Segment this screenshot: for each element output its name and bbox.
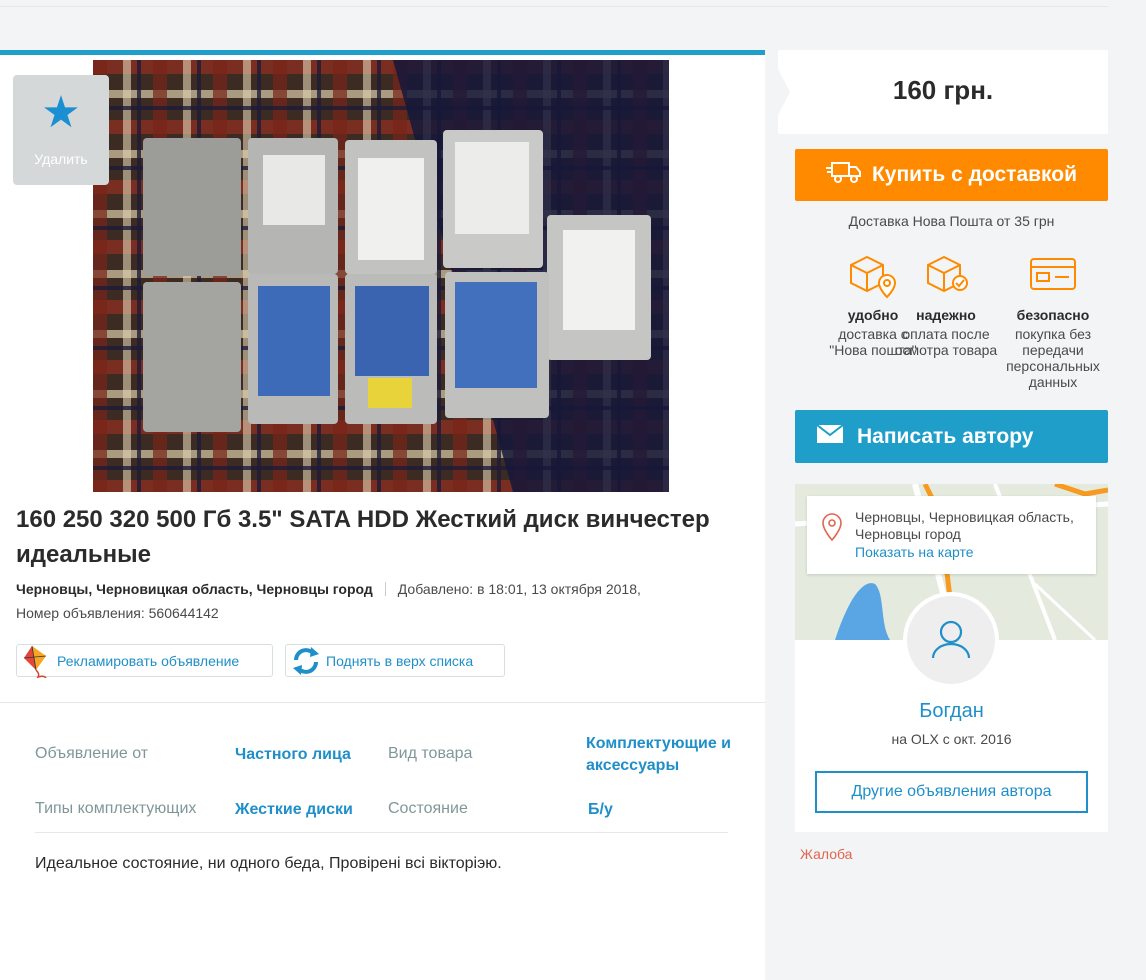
section-divider	[0, 702, 765, 703]
other-ads-button[interactable]: Другие объявления автора	[815, 771, 1088, 813]
advertise-label: Рекламировать объявление	[57, 652, 240, 669]
map-pin-icon	[821, 512, 843, 547]
favorite-label: Удалить	[34, 151, 88, 167]
buy-with-delivery-button[interactable]: Купить с доставкой	[795, 149, 1108, 201]
user-since: на OLX с окт. 2016	[891, 731, 1012, 747]
ad-description: Идеальное состояние, ни одного беда, Про…	[35, 855, 502, 872]
envelope-icon	[816, 423, 844, 449]
advertise-button[interactable]: Рекламировать объявление	[16, 644, 273, 678]
price-box: 160 грн.	[768, 50, 1108, 134]
param-key-seller-type: Объявление от	[35, 745, 149, 762]
user-location: Черновцы, Черновицкая область, Черновцы …	[855, 509, 1074, 542]
ad-location[interactable]: Черновцы, Черновицкая область, Черновцы …	[16, 581, 373, 597]
user-card: Черновцы, Черновицкая область, Черновцы …	[795, 484, 1108, 832]
kite-icon	[17, 644, 57, 678]
user-icon	[931, 620, 971, 659]
param-key-product-type: Вид товара	[388, 745, 473, 762]
raise-label: Поднять в верх списка	[326, 652, 474, 669]
param-value-component-type[interactable]: Жесткие диски	[235, 799, 353, 821]
ad-title: 160 250 320 500 Гб 3.5" SATA HDD Жесткий…	[16, 506, 710, 568]
complaint-link[interactable]: Жалоба	[800, 846, 852, 862]
feature-title: безопасно	[1016, 307, 1090, 323]
feature-desc: оплата после осмотра товара	[894, 326, 998, 358]
params-divider	[35, 832, 728, 833]
star-icon: ★	[41, 88, 81, 137]
ad-added-date: Добавлено: в 18:01, 13 октября 2018,	[397, 581, 641, 597]
ad-number: Номер объявления: 560644142	[16, 605, 219, 621]
ad-main-card: ★ Удалить 160 250 320 500 Гб 3.5" SATA H…	[0, 50, 765, 980]
avatar[interactable]	[903, 592, 999, 688]
raise-button[interactable]: Поднять в верх списка	[285, 644, 505, 677]
map-location-card: Черновцы, Черновицкая область, Черновцы …	[807, 496, 1096, 574]
refresh-arrows-icon	[286, 644, 326, 677]
write-to-author-button[interactable]: Написать автору	[795, 410, 1108, 463]
user-name[interactable]: Богдан	[795, 700, 1108, 723]
param-key-component-type: Типы комплектующих	[35, 800, 197, 817]
card-icon	[1027, 253, 1079, 301]
meta-separator	[384, 582, 386, 596]
favorite-toggle[interactable]: ★ Удалить	[13, 75, 109, 185]
ad-photo[interactable]	[93, 60, 669, 492]
show-on-map-link[interactable]: Показать на карте	[855, 544, 974, 560]
param-value-product-type[interactable]: Комплектующие и аксессуары	[586, 733, 736, 777]
write-label: Написать автору	[857, 424, 1034, 448]
price-value: 160 грн.	[892, 75, 994, 105]
feature-title: надежно	[916, 307, 976, 323]
feature-reliable: надежно оплата после осмотра товара	[891, 253, 1001, 358]
param-value-condition[interactable]: Б/у	[588, 799, 613, 821]
param-key-condition: Состояние	[388, 800, 468, 817]
truck-icon	[825, 160, 862, 190]
delivery-note: Доставка Нова Пошта от 35 грн	[848, 213, 1055, 229]
ad-meta: Черновцы, Черновицкая область, Черновцы …	[16, 581, 641, 597]
box-check-icon	[920, 253, 972, 301]
feature-safe: безопасно покупка без передачи персональ…	[998, 253, 1108, 390]
top-divider	[0, 6, 1108, 7]
param-value-seller-type[interactable]: Частного лица	[235, 744, 351, 766]
feature-desc: покупка без передачи персональных данных	[1006, 326, 1100, 390]
hdd-photo-image	[93, 60, 669, 492]
buy-label: Купить с доставкой	[871, 163, 1078, 186]
